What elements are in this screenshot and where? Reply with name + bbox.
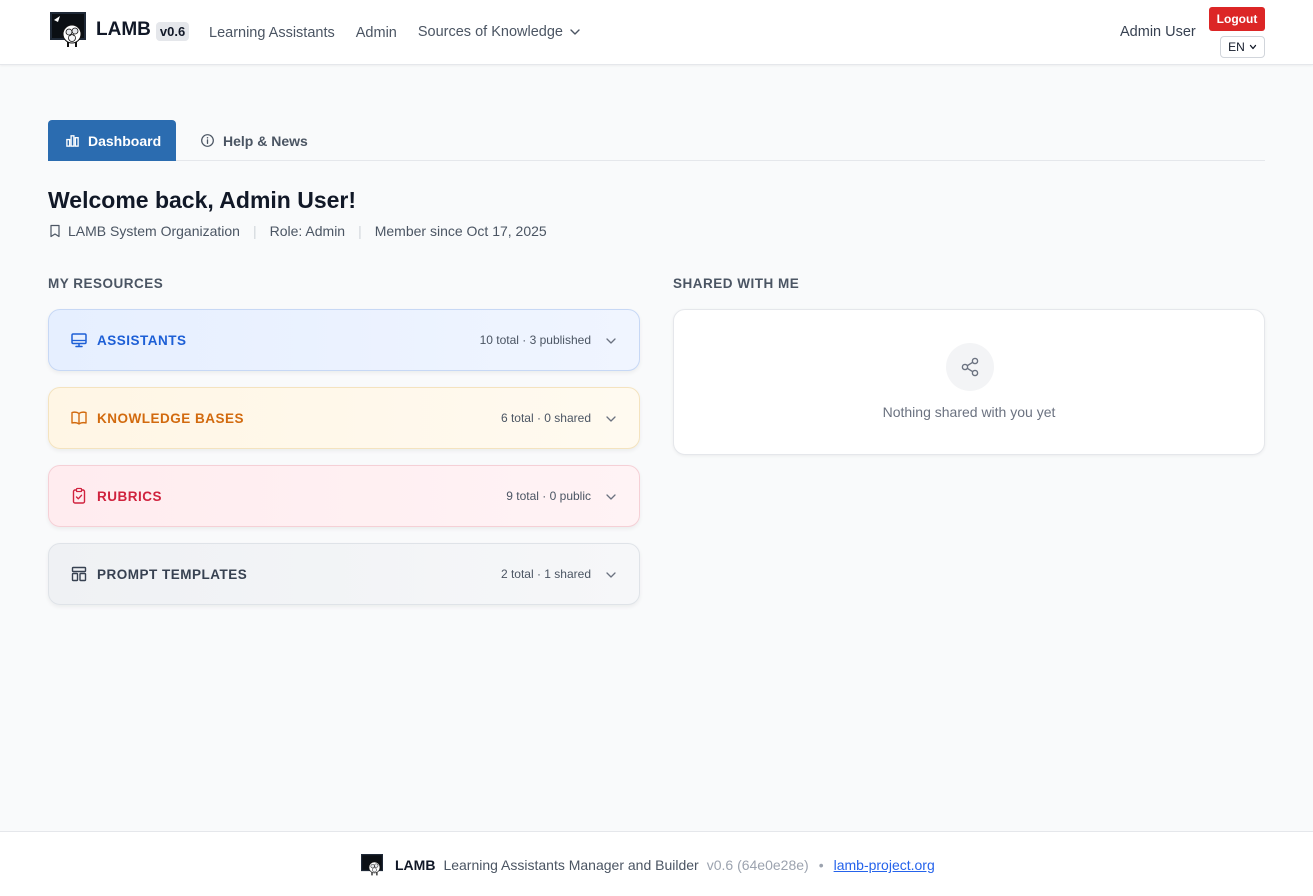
template-icon <box>71 566 87 582</box>
language-value: EN <box>1228 40 1245 54</box>
lamb-logo-icon <box>361 854 383 876</box>
meta-separator: | <box>358 223 362 239</box>
nav-admin[interactable]: Admin <box>356 25 397 41</box>
clipboard-check-icon <box>72 487 86 504</box>
tab-help-label: Help & News <box>223 132 308 149</box>
prompt-templates-title: PROMPT TEMPLATES <box>97 566 248 582</box>
knowledge-bases-title: KNOWLEDGE BASES <box>97 410 245 426</box>
tab-dashboard-label: Dashboard <box>88 132 162 149</box>
shared-with-me-heading: SHARED WITH ME <box>673 276 800 291</box>
rubrics-card[interactable]: RUBRICS 9 total · 0 public <box>48 465 640 527</box>
chevron-down-icon <box>606 494 616 500</box>
knowledge-bases-card[interactable]: KNOWLEDGE BASES 6 total · 0 shared <box>48 387 640 449</box>
organization-name: LAMB System Organization <box>68 223 240 239</box>
rubrics-title: RUBRICS <box>97 488 163 504</box>
knowledge-bases-summary: 6 total · 0 shared <box>500 411 591 425</box>
footer-separator: • <box>818 857 824 873</box>
bar-chart-icon <box>66 135 79 147</box>
monitor-icon <box>71 333 87 348</box>
user-role: Role: Admin <box>269 223 346 239</box>
assistants-summary: 10 total · 3 published <box>479 333 591 347</box>
shared-empty-message: Nothing shared with you yet <box>882 404 1056 420</box>
page-title: Welcome back, Admin User! <box>48 187 357 213</box>
assistants-title: ASSISTANTS <box>97 332 187 348</box>
chevron-down-icon <box>606 416 616 422</box>
footer-version: v0.6 (64e0e28e) <box>706 857 809 873</box>
shared-with-me-card: Nothing shared with you yet <box>673 309 1265 455</box>
prompt-templates-card[interactable]: PROMPT TEMPLATES 2 total · 1 shared <box>48 543 640 605</box>
book-icon <box>71 411 87 425</box>
footer-brand: LAMB <box>395 857 436 873</box>
lamb-logo-icon <box>50 12 86 47</box>
top-navbar: LAMB v0.6 Learning Assistants Admin Sour… <box>0 0 1313 65</box>
footer-description: Learning Assistants Manager and Builder <box>443 857 699 873</box>
prompt-templates-summary: 2 total · 1 shared <box>500 567 591 581</box>
share-icon-container <box>946 343 994 391</box>
tab-help-news[interactable]: Help & News <box>200 120 308 161</box>
rubrics-summary: 9 total · 0 public <box>506 489 591 503</box>
nav-sources-of-knowledge[interactable]: Sources of Knowledge <box>418 24 581 40</box>
member-since: Member since Oct 17, 2025 <box>374 223 547 239</box>
bookmark-icon <box>50 224 60 238</box>
my-resources-heading: MY RESOURCES <box>48 276 164 291</box>
logout-button[interactable]: Logout <box>1209 7 1265 31</box>
main-nav: Learning Assistants Admin Sources of Kno… <box>209 0 602 65</box>
chevron-down-icon <box>1249 44 1256 50</box>
chevron-down-icon <box>570 28 580 35</box>
share-icon <box>961 357 979 377</box>
footer-project-link[interactable]: lamb-project.org <box>834 857 935 873</box>
nav-sources-label: Sources of Knowledge <box>417 23 563 40</box>
info-icon <box>201 134 214 147</box>
brand[interactable]: LAMB v0.6 <box>50 12 190 48</box>
chevron-down-icon <box>606 338 616 344</box>
assistants-card[interactable]: ASSISTANTS 10 total · 3 published <box>48 309 640 371</box>
footer: LAMB Learning Assistants Manager and Bui… <box>0 831 1313 896</box>
nav-learning-assistants[interactable]: Learning Assistants <box>209 25 335 41</box>
chevron-down-icon <box>606 572 616 578</box>
language-select[interactable]: EN <box>1220 36 1265 58</box>
version-badge: v0.6 <box>155 22 190 41</box>
brand-name: LAMB <box>96 19 151 40</box>
user-name: Admin User <box>1120 24 1196 40</box>
meta-separator: | <box>252 223 257 239</box>
footer-content: LAMB Learning Assistants Manager and Bui… <box>361 854 935 876</box>
tab-bar: Dashboard Help & News <box>48 120 1265 161</box>
tab-dashboard[interactable]: Dashboard <box>48 120 176 161</box>
user-meta: LAMB System Organization | Role: Admin |… <box>48 223 547 239</box>
